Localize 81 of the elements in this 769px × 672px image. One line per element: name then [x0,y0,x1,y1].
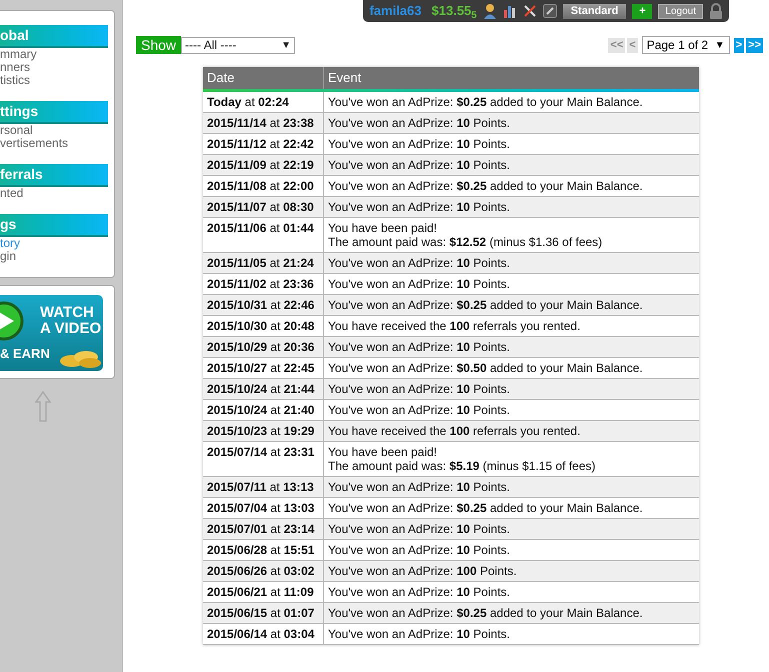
event-text: You've won an AdPrize: $0.25 added to your Main Balance. [328,606,644,620]
bar-chart-icon[interactable] [502,4,517,18]
date-cell: 2015/10/29 at 20:36 [203,337,324,357]
event-text: You've won an AdPrize: 10 Points. [328,480,511,494]
date-cell: 2015/11/12 at 22:42 [203,134,324,154]
event-text: You've won an AdPrize: 10 Points. [328,116,511,130]
date-cell: 2015/07/04 at 13:03 [203,498,324,518]
upgrade-button[interactable]: + [632,4,652,18]
event-text: You've won an AdPrize: 10 Points. [328,200,511,214]
event-text: You've won an AdPrize: $0.50 added to your Main Balance. [328,361,644,375]
date-cell: 2015/11/14 at 23:38 [203,113,324,133]
event-text: You've won an AdPrize: 10 Points. [328,403,511,417]
event-text: You've won an AdPrize: 10 Points. [328,137,511,151]
event-text: You've won an AdPrize: $0.25 added to your Main Balance. [328,95,644,109]
event-text: You've won an AdPrize: 10 Points. [328,627,511,641]
event-text: The amount paid was: $12.52 (minus $1.36 of fees) [328,235,604,249]
date-cell: 2015/06/15 at 01:07 [203,603,324,623]
event-text: You've won an AdPrize: $0.25 added to your Main Balance. [328,179,644,193]
event-text: You've won an AdPrize: 10 Points. [328,382,511,396]
event-text: You've won an AdPrize: $0.25 added to your Main Balance. [328,501,644,515]
watch-video-banner[interactable]: WATCH A VIDEO & EARN [0,295,103,371]
date-cell: 2015/11/05 at 21:24 [203,253,324,273]
date-cell: 2015/10/30 at 20:48 [203,316,324,336]
date-cell: 2015/07/11 at 13:13 [203,477,324,497]
section-header: ferrals [0,164,108,187]
date-cell: 2015/10/24 at 21:40 [203,400,324,420]
sidebar-link[interactable]: mmary [0,48,114,61]
date-cell: 2015/11/08 at 22:00 [203,176,324,196]
section-header: ttings [0,101,108,124]
sidebar-link[interactable]: tistics [0,74,114,87]
worker-icon[interactable] [482,3,497,19]
lock-icon[interactable] [709,3,723,19]
date-cell: 2015/11/07 at 08:30 [203,197,324,217]
page-nav-button[interactable]: > [734,38,744,52]
page-select[interactable]: Page 1 of 2 ▼ [642,36,730,54]
event-text: You've won an AdPrize: 10 Points. [328,158,511,172]
membership-button[interactable]: Standard [562,4,626,18]
date-cell: 2015/07/14 at 23:31 [203,442,324,476]
event-text: You have received the 100 referrals you rented. [328,319,582,333]
date-cell: 2015/11/09 at 22:19 [203,155,324,175]
sidebar-link[interactable]: nted [0,187,114,200]
balance: $13.55$_{5}$ [432,2,477,21]
date-cell: 2015/10/24 at 21:44 [203,379,324,399]
banner-title: WATCH A VIDEO [40,305,102,337]
event-text: You have been paid! [328,221,438,235]
filter-select[interactable]: ---- All ---- ▼ [181,36,296,54]
sidebar-link[interactable]: vertisements [0,137,114,150]
show-label: Show [136,36,182,54]
date-cell: Today at 02:24 [203,92,324,112]
date-cell: 2015/07/01 at 23:14 [203,519,324,539]
event-text: You've won an AdPrize: 10 Points. [328,522,511,536]
date-cell: 2015/06/26 at 03:02 [203,561,324,581]
event-text: You have been paid! [328,445,438,459]
event-text: You've won an AdPrize: 100 Points. [328,564,518,578]
section-header: obal [0,25,108,48]
event-text: You've won an AdPrize: 10 Points. [328,543,511,557]
sidebar-link[interactable]: nners [0,61,114,74]
date-cell: 2015/10/27 at 22:45 [203,358,324,378]
column-header: Event [327,69,362,87]
section-header: gs [0,214,108,237]
sidebar-link[interactable]: tory [0,237,114,250]
date-cell: 2015/10/23 at 19:29 [203,421,324,441]
event-text: You've won an AdPrize: 10 Points. [328,277,511,291]
event-text: You've won an AdPrize: 10 Points. [328,340,511,354]
date-cell: 2015/06/14 at 03:04 [203,624,324,644]
logout-button[interactable]: Logout [658,4,703,18]
event-text: You've won an AdPrize: $0.25 added to your Main Balance. [328,298,644,312]
date-cell: 2015/06/21 at 11:09 [203,582,324,602]
sidebar-link[interactable]: gin [0,250,114,263]
page-nav-button[interactable]: >> [746,38,763,52]
date-cell: 2015/10/31 at 22:46 [203,295,324,315]
date-cell: 2015/06/28 at 15:51 [203,540,324,560]
username[interactable]: famila63 [369,1,422,21]
date-cell: 2015/11/06 at 01:44 [203,218,324,252]
date-cell: 2015/11/02 at 23:36 [203,274,324,294]
sidebar-link[interactable]: rsonal [0,124,114,137]
event-text: You've won an AdPrize: 10 Points. [328,585,511,599]
event-text: The amount paid was: $5.19 (minus $1.15 of fees) [328,459,596,473]
event-text: You have received the 100 referrals you rented. [328,424,582,438]
banner-subtitle: & EARN [0,346,50,361]
event-text: You've won an AdPrize: 10 Points. [328,256,511,270]
